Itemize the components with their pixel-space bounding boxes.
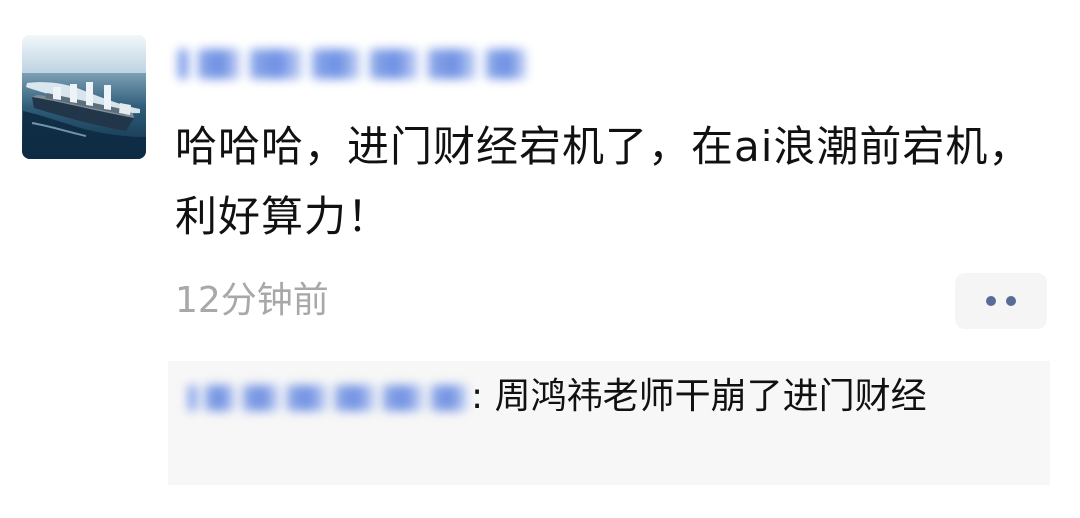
- blurred-text-segment: [312, 49, 360, 79]
- comment-author-name[interactable]: [188, 377, 467, 419]
- post-content: 哈哈哈，进门财经宕机了，在ai浪潮前宕机，利好算力！: [175, 122, 1032, 241]
- blurred-text-segment: [178, 49, 188, 79]
- more-dots-icon: [986, 296, 996, 306]
- more-dots-icon: [1006, 296, 1016, 306]
- blurred-text-segment: [250, 49, 302, 79]
- post-author-name[interactable]: [178, 38, 526, 90]
- blurred-text-segment: [428, 49, 476, 79]
- ship-avatar-icon: [22, 35, 146, 159]
- comment-item[interactable]: : 周鸿祎老师干崩了进门财经: [188, 371, 1030, 423]
- comment-panel: : 周鸿祎老师干崩了进门财经: [168, 361, 1050, 485]
- blurred-text-segment: [383, 385, 423, 411]
- blurred-text-segment: [486, 49, 526, 79]
- comment-text: 周鸿祎老师干崩了进门财经: [494, 376, 927, 417]
- blurred-text-segment: [370, 49, 418, 79]
- more-actions-button[interactable]: [955, 273, 1047, 329]
- blurred-text-segment: [287, 385, 327, 411]
- avatar[interactable]: [22, 35, 146, 159]
- blurred-text-segment: [205, 385, 235, 411]
- blurred-text-segment: [431, 385, 467, 411]
- comment-separator: :: [471, 376, 484, 417]
- blurred-text-segment: [198, 49, 240, 79]
- post-timestamp: 12分钟前: [175, 280, 329, 321]
- blurred-text-segment: [335, 385, 375, 411]
- blurred-text-segment: [243, 385, 279, 411]
- blurred-text-segment: [188, 385, 197, 411]
